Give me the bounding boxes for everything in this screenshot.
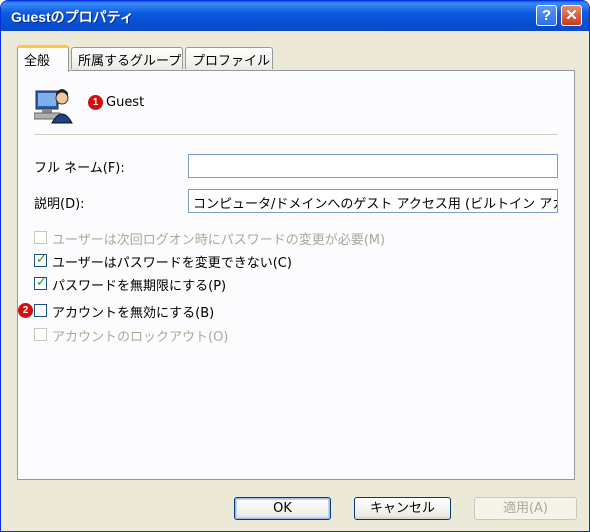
apply-button[interactable]: 適用(A) [474, 497, 577, 520]
separator [34, 134, 558, 135]
callout-badge-2: 2 [18, 303, 33, 318]
checkbox-box[interactable]: ✓ [34, 275, 47, 290]
properties-dialog: Guestのプロパティ ? ✕ 全般 所属するグループ プロファイル 1 Gue… [0, 0, 590, 532]
checkbox-label: ユーザーはパスワードを変更できない(C) [52, 256, 292, 271]
help-button[interactable]: ? [536, 5, 557, 26]
description-input[interactable]: コンピュータ/ドメインへのゲスト アクセス用 (ビルトイン アカウント [188, 189, 558, 213]
user-account-icon [34, 89, 73, 124]
checkbox-label: ユーザーは次回ログオン時にパスワードの変更が必要(M) [52, 233, 386, 248]
fullname-label: フル ネーム(F): [34, 161, 125, 176]
checkbox-label: アカウントのロックアウト(O) [52, 330, 229, 345]
checkbox-box[interactable] [34, 304, 47, 317]
user-name: Guest [106, 95, 145, 110]
close-button[interactable]: ✕ [561, 5, 582, 26]
ok-button[interactable]: OK [234, 497, 331, 520]
title-bar[interactable]: Guestのプロパティ ? ✕ [1, 1, 589, 31]
checkmark-icon: ✓ [36, 275, 47, 290]
checkbox-label: パスワードを無期限にする(P) [52, 279, 227, 294]
description-label: 説明(D): [34, 197, 85, 212]
checkbox-box[interactable] [34, 328, 47, 341]
tab-profile[interactable]: プロファイル [185, 47, 273, 69]
close-icon: ✕ [565, 7, 578, 24]
checkbox-box[interactable]: ✓ [34, 252, 47, 267]
tab-member-of[interactable]: 所属するグループ [71, 47, 183, 69]
tab-general[interactable]: 全般 [17, 45, 69, 72]
general-tab-panel: 1 Guest フル ネーム(F): 説明(D): コンピュータ/ドメインへのゲ… [17, 70, 575, 480]
fullname-input[interactable] [188, 154, 558, 178]
help-icon: ? [541, 7, 552, 24]
callout-badge-1: 1 [88, 95, 103, 110]
checkbox-box[interactable] [34, 231, 47, 244]
checkmark-icon: ✓ [36, 252, 47, 267]
cancel-button[interactable]: キャンセル [354, 497, 451, 520]
window-title: Guestのプロパティ [11, 9, 134, 25]
checkbox-label: アカウントを無効にする(B) [52, 306, 215, 321]
